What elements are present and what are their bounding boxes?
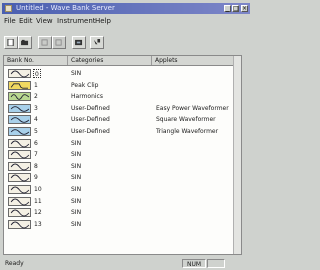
list-item[interactable]: 2 Harmonics [4, 91, 241, 102]
num-lock-indicator: NUM [182, 259, 206, 268]
waveform-thumbnail [8, 219, 31, 229]
category-cell: SIN [71, 174, 82, 182]
list-item[interactable]: 10 SIN [4, 184, 241, 195]
paste-icon [75, 39, 83, 46]
new-button[interactable] [4, 36, 18, 49]
status-panel-empty [207, 259, 225, 268]
list-item[interactable]: 5 User-Defined Triangle Waveformer [4, 126, 241, 137]
applet-cell: Square Waveformer [156, 116, 216, 124]
help-icon [93, 39, 101, 45]
list-item[interactable]: 8 SIN [4, 161, 241, 172]
waveform-thumbnail [8, 150, 31, 160]
menu-bar: File Edit View Instrument Help [2, 16, 250, 26]
bank-number: 0 [33, 69, 41, 78]
copy-icon [55, 39, 62, 46]
category-cell: User-Defined [71, 128, 110, 135]
column-bank-no[interactable]: Bank No. [4, 56, 68, 65]
bank-number: 10 [34, 186, 42, 193]
waveform-thumbnail [8, 196, 31, 206]
status-bar: Ready NUM [2, 258, 250, 268]
copy-button[interactable] [52, 36, 66, 49]
waveform-thumbnail [8, 69, 31, 78]
category-cell: SIN [71, 220, 82, 228]
list-item[interactable]: 7 SIN [4, 149, 241, 160]
bank-number: 13 [34, 220, 42, 228]
bank-number: 4 [34, 116, 38, 124]
list-item[interactable]: 12 SIN [4, 207, 241, 218]
category-cell: SIN [71, 139, 82, 147]
open-icon [21, 39, 29, 46]
app-icon [5, 5, 12, 12]
category-cell: SIN [71, 162, 82, 170]
list-item[interactable]: 11 SIN [4, 196, 241, 207]
category-cell: Peak Clip [71, 81, 99, 89]
menu-instrument[interactable]: Instrument [57, 17, 96, 25]
cut-icon [41, 39, 48, 46]
applet-cell: Triangle Waveformer [156, 128, 219, 135]
category-cell: User-Defined [71, 116, 110, 124]
waveform-thumbnail [8, 103, 31, 113]
help-button[interactable] [90, 36, 104, 49]
title-bar[interactable]: Untitled - Wave Bank Server _ □ × [2, 3, 250, 14]
minimize-button[interactable]: _ [224, 5, 231, 12]
menu-edit[interactable]: Edit [19, 17, 33, 25]
maximize-button[interactable]: □ [232, 5, 239, 12]
list-item[interactable]: 13 SIN [4, 219, 241, 230]
category-cell: SIN [71, 70, 82, 77]
paste-button[interactable] [72, 36, 86, 49]
column-applets[interactable]: Applets [152, 56, 235, 65]
bank-number: 1 [34, 81, 38, 89]
waveform-thumbnail [8, 115, 31, 125]
list-item[interactable]: 9 SIN [4, 172, 241, 183]
bank-number: 3 [34, 104, 38, 112]
category-cell: SIN [71, 186, 82, 193]
bank-number: 2 [34, 93, 38, 101]
menu-help[interactable]: Help [95, 17, 111, 25]
vertical-scrollbar[interactable] [233, 56, 241, 254]
applet-cell: Easy Power Waveformer [156, 104, 229, 112]
close-button[interactable]: × [241, 5, 248, 12]
bank-number: 5 [34, 128, 38, 135]
waveform-thumbnail [8, 185, 31, 194]
bank-number: 6 [34, 139, 38, 147]
waveform-thumbnail [8, 161, 31, 171]
list-header: Bank No. Categories Applets [4, 56, 241, 66]
waveform-thumbnail [8, 80, 31, 90]
list-item[interactable]: 1 Peak Clip [4, 80, 241, 91]
menu-file[interactable]: File [4, 17, 16, 25]
category-cell: Harmonics [71, 93, 103, 101]
bank-number: 12 [34, 209, 42, 217]
list-item[interactable]: 4 User-Defined Square Waveformer [4, 114, 241, 125]
list-item[interactable]: 6 SIN [4, 138, 241, 149]
waveform-thumbnail [8, 138, 31, 148]
menu-view[interactable]: View [36, 17, 53, 25]
bank-number: 7 [34, 151, 38, 159]
category-cell: User-Defined [71, 104, 110, 112]
list-item[interactable]: 3 User-Defined Easy Power Waveformer [4, 103, 241, 114]
bank-number: 8 [34, 162, 38, 170]
bank-number: 9 [34, 174, 38, 182]
waveform-thumbnail [8, 127, 31, 136]
waveform-thumbnail [8, 92, 31, 102]
waveform-thumbnail [8, 173, 31, 183]
waveform-thumbnail [8, 208, 31, 218]
cut-button[interactable] [38, 36, 52, 49]
category-cell: SIN [71, 197, 82, 205]
list-item[interactable]: 0 SIN [4, 68, 241, 79]
new-icon [7, 39, 14, 46]
bank-number: 11 [34, 197, 42, 205]
status-text: Ready [5, 260, 24, 267]
toolbar [2, 35, 250, 52]
app-window: Untitled - Wave Bank Server _ □ × File E… [0, 0, 252, 270]
column-categories[interactable]: Categories [68, 56, 152, 65]
open-button[interactable] [18, 36, 32, 49]
category-cell: SIN [71, 151, 82, 159]
category-cell: SIN [71, 209, 82, 217]
wave-bank-list[interactable]: Bank No. Categories Applets 0 SIN 1 Peak Cl… [3, 55, 242, 255]
window-title: Untitled - Wave Bank Server [16, 4, 115, 12]
